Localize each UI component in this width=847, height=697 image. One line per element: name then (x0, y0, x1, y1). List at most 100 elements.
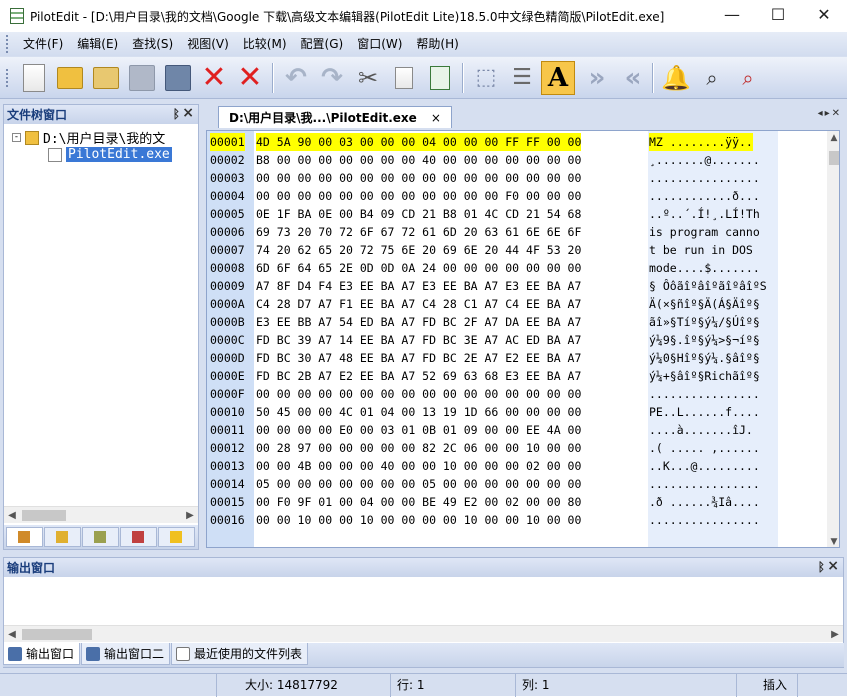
hex-ascii[interactable]: ý¼+§âîº§Richãîº§ (649, 367, 760, 385)
hex-ascii[interactable]: ..º..´.Í!¸.LÍ!Th (649, 205, 760, 223)
hex-bytes[interactable]: 00 F0 9F 01 00 04 00 00 BE 49 E2 00 02 0… (256, 493, 581, 511)
hex-bytes[interactable]: FD BC 39 A7 14 EE BA A7 FD BC 3E A7 AC E… (256, 331, 581, 349)
save-as-button[interactable] (161, 61, 195, 95)
close-file-button[interactable]: ✕ (197, 61, 231, 95)
maximize-button[interactable]: ☐ (755, 0, 801, 32)
scroll-right-icon[interactable]: ▶ (827, 626, 843, 643)
hex-ascii[interactable]: .ð ......¾Iâ.... (649, 493, 760, 511)
scroll-down-icon[interactable]: ▼ (827, 535, 839, 547)
hex-row[interactable]: 0000B E3 EE BB A7 54 ED BA A7 FD BC 2F A7… (207, 313, 839, 331)
hex-row[interactable]: 0000D FD BC 30 A7 48 EE BA A7 FD BC 2E A7… (207, 349, 839, 367)
menu-view[interactable]: 视图(V) (180, 33, 236, 55)
doc-tab-pilotedit[interactable]: D:\用户目录\我...\PilotEdit.exe × (218, 106, 452, 128)
copy-button[interactable] (387, 61, 421, 95)
menu-file[interactable]: 文件(F) (16, 33, 70, 55)
hex-bytes[interactable]: 05 00 00 00 00 00 00 00 05 00 00 00 00 0… (256, 475, 581, 493)
indent-button[interactable]: » (577, 61, 611, 95)
hex-ascii[interactable]: ....à.......îJ. (649, 421, 753, 439)
hex-row[interactable]: 00005 0E 1F BA 0E 00 B4 09 CD 21 B8 01 4C… (207, 205, 839, 223)
scroll-left-icon[interactable]: ◀ (4, 507, 20, 524)
close-all-button[interactable]: ✕ (233, 61, 267, 95)
scroll-left-icon[interactable]: ◀ (4, 626, 20, 643)
find-button[interactable]: ⌕ (695, 61, 729, 95)
hex-ascii[interactable]: ................ (649, 475, 760, 493)
hex-bytes[interactable]: FD BC 30 A7 48 EE BA A7 FD BC 2E A7 E2 E… (256, 349, 581, 367)
bell-button[interactable]: 🔔 (659, 61, 693, 95)
hex-row[interactable]: 00016 00 00 10 00 00 10 00 00 00 00 10 00… (207, 511, 839, 529)
tree-root[interactable]: - D:\用户目录\我的文 (12, 128, 165, 147)
menu-config[interactable]: 配置(G) (294, 33, 351, 55)
hex-row[interactable]: 0000C FD BC 39 A7 14 EE BA A7 FD BC 3E A7… (207, 331, 839, 349)
hex-bytes[interactable]: 50 45 00 00 4C 01 04 00 13 19 1D 66 00 0… (256, 403, 581, 421)
paste-button[interactable] (423, 61, 457, 95)
hex-vscrollbar[interactable]: ▲ ▼ (827, 131, 839, 547)
new-file-button[interactable] (17, 61, 51, 95)
tab-favorites[interactable] (158, 527, 195, 547)
hex-ascii[interactable]: ..K...@......... (649, 457, 760, 475)
pin-icon[interactable]: ᛒ (173, 107, 180, 121)
hex-bytes[interactable]: B8 00 00 00 00 00 00 00 40 00 00 00 00 0… (256, 151, 581, 169)
hex-ascii[interactable]: ý¼0§Hîº§ý¼.§âîº§ (649, 349, 760, 367)
tab-output-2[interactable]: 输出窗口二 (81, 643, 171, 665)
minimize-button[interactable]: — (709, 0, 755, 32)
hex-bytes[interactable]: 00 28 97 00 00 00 00 00 82 2C 06 00 00 1… (256, 439, 581, 457)
tab-file-tree[interactable] (6, 527, 43, 547)
close-button[interactable]: ✕ (801, 0, 847, 32)
panel-close-icon[interactable]: × (182, 105, 194, 121)
scroll-up-icon[interactable]: ▲ (827, 131, 839, 145)
hex-bytes[interactable]: 00 00 00 00 00 00 00 00 00 00 00 00 00 0… (256, 169, 581, 187)
hex-row[interactable]: 00011 00 00 00 00 E0 00 03 01 0B 01 09 00… (207, 421, 839, 439)
hex-bytes[interactable]: 0E 1F BA 0E 00 B4 09 CD 21 B8 01 4C CD 2… (256, 205, 581, 223)
menu-edit[interactable]: 编辑(E) (70, 33, 125, 55)
save-button[interactable] (125, 61, 159, 95)
hex-bytes[interactable]: 00 00 10 00 00 10 00 00 00 00 10 00 00 1… (256, 511, 581, 529)
hex-row[interactable]: 00010 50 45 00 00 4C 01 04 00 13 19 1D 66… (207, 403, 839, 421)
hex-row[interactable]: 00007 74 20 62 65 20 72 75 6E 20 69 6E 20… (207, 241, 839, 259)
hex-row[interactable]: 00012 00 28 97 00 00 00 00 00 82 2C 06 00… (207, 439, 839, 457)
hex-bytes[interactable]: 00 00 4B 00 00 00 40 00 00 10 00 00 00 0… (256, 457, 581, 475)
hex-ascii[interactable]: is program canno (649, 223, 760, 241)
hex-ascii[interactable]: t be run in DOS (649, 241, 760, 259)
hex-row[interactable]: 0000F 00 00 00 00 00 00 00 00 00 00 00 00… (207, 385, 839, 403)
hex-row[interactable]: 00014 05 00 00 00 00 00 00 00 05 00 00 00… (207, 475, 839, 493)
hex-bytes[interactable]: 00 00 00 00 00 00 00 00 00 00 00 00 00 0… (256, 385, 581, 403)
hex-bytes[interactable]: 6D 6F 64 65 2E 0D 0D 0A 24 00 00 00 00 0… (256, 259, 581, 277)
hex-ascii[interactable]: ¸.......@....... (649, 151, 760, 169)
hex-ascii[interactable]: ................ (649, 169, 760, 187)
vscroll-thumb[interactable] (829, 151, 839, 165)
hex-bytes[interactable]: 00 00 00 00 E0 00 03 01 0B 01 09 00 00 E… (256, 421, 581, 439)
tab-output-1[interactable]: 输出窗口 (3, 643, 81, 665)
tree-file[interactable]: PilotEdit.exe (48, 147, 172, 162)
hex-ascii[interactable]: § ÔôãîºâîºãîºâîºS (649, 277, 767, 295)
column-mode-button[interactable]: ☰ (505, 61, 539, 95)
tree-hscrollbar[interactable]: ◀ ▶ (4, 506, 198, 523)
scroll-thumb[interactable] (22, 510, 66, 521)
menu-search[interactable]: 查找(S) (125, 33, 180, 55)
hex-bytes[interactable]: 74 20 62 65 20 72 75 6E 20 69 6E 20 44 4… (256, 241, 581, 259)
hex-ascii[interactable]: ................ (649, 511, 760, 529)
hex-row[interactable]: 00015 00 F0 9F 01 00 04 00 00 BE 49 E2 00… (207, 493, 839, 511)
menu-window[interactable]: 窗口(W) (350, 33, 409, 55)
scroll-thumb[interactable] (22, 629, 92, 640)
hex-ascii[interactable]: ................ (649, 385, 760, 403)
hex-ascii[interactable]: ãî»§Tíº§ý¼/§Úîº§ (649, 313, 760, 331)
hex-row[interactable]: 00013 00 00 4B 00 00 00 40 00 00 10 00 00… (207, 457, 839, 475)
tab-recent-files[interactable]: 最近使用的文件列表 (171, 643, 309, 665)
tab-nav-arrows[interactable]: ◂▸✕ (818, 108, 842, 119)
undo-button[interactable]: ↶ (279, 61, 313, 95)
hex-ascii[interactable]: ý¼9§.îº§ý¼>§¬íº§ (649, 331, 760, 349)
font-button[interactable]: A (541, 60, 575, 95)
open-file-button[interactable] (53, 61, 87, 95)
hex-bytes[interactable]: 4D 5A 90 00 03 00 00 00 04 00 00 00 FF F… (256, 133, 582, 151)
select-button[interactable]: ⬚ (469, 61, 503, 95)
hex-row[interactable]: 0000E FD BC 2B A7 E2 EE BA A7 52 69 63 68… (207, 367, 839, 385)
cut-button[interactable]: ✂ (351, 61, 385, 95)
tab-project[interactable] (82, 527, 119, 547)
scroll-right-icon[interactable]: ▶ (182, 507, 198, 524)
hex-bytes[interactable]: E3 EE BB A7 54 ED BA A7 FD BC 2F A7 DA E… (256, 313, 581, 331)
hex-row[interactable]: 0000A C4 28 D7 A7 F1 EE BA A7 C4 28 C1 A7… (207, 295, 839, 313)
tab-folder[interactable] (44, 527, 81, 547)
hex-ascii[interactable]: PE..L......f.... (649, 403, 760, 421)
find-replace-button[interactable]: ⌕ (731, 61, 765, 95)
hex-row[interactable]: 00001 4D 5A 90 00 03 00 00 00 04 00 00 00… (207, 133, 839, 151)
